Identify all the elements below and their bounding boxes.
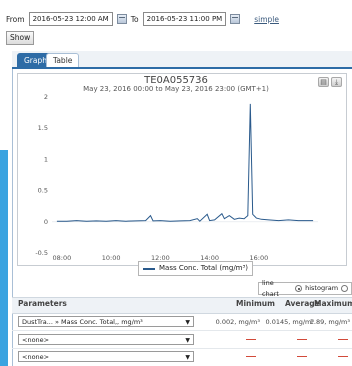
line-chart-radio[interactable] xyxy=(295,285,303,292)
x-tick-label: 10:00 xyxy=(102,254,121,262)
max-value: 1.89, mg/m³ xyxy=(309,318,350,326)
series-line xyxy=(56,103,314,222)
parameter-select[interactable]: <none> ▼ xyxy=(18,351,194,362)
parameter-select[interactable]: <none> ▼ xyxy=(18,334,194,345)
max-empty-dash xyxy=(338,356,348,357)
y-tick-label: 0 xyxy=(44,218,48,226)
dropdown-arrow-icon: ▼ xyxy=(185,354,190,361)
avg-empty-dash xyxy=(297,339,307,340)
y-tick-label: 1 xyxy=(44,155,48,163)
legend-swatch xyxy=(143,267,155,270)
chart-legend: Mass Conc. Total (mg/m³) xyxy=(138,261,254,276)
histogram-radio[interactable] xyxy=(341,285,348,292)
legend-label: Mass Conc. Total (mg/m³) xyxy=(159,264,249,272)
y-tick-label: 0.5 xyxy=(38,187,48,195)
avg-empty-dash xyxy=(297,356,307,357)
row-divider xyxy=(12,330,352,331)
x-tick-label: 08:00 xyxy=(52,254,71,262)
y-tick-label: 2 xyxy=(44,93,48,101)
row-divider xyxy=(12,348,352,349)
dropdown-arrow-icon: ▼ xyxy=(185,337,190,344)
parameters-title: Parameters xyxy=(18,299,67,308)
dropdown-arrow-icon: ▼ xyxy=(185,319,190,326)
parameter-select-value: <none> xyxy=(22,336,50,344)
min-value: 0.002, mg/m³ xyxy=(215,318,260,326)
col-minimum: Minimum xyxy=(236,299,275,308)
chart-mode-toggle: line chart histogram xyxy=(258,279,352,298)
parameter-select-value: DustTra... » Mass Conc. Total,, mg/m³ xyxy=(22,318,143,326)
parameter-select[interactable]: DustTra... » Mass Conc. Total,, mg/m³ ▼ xyxy=(18,316,194,327)
max-empty-dash xyxy=(338,339,348,340)
y-tick-label: -0.5 xyxy=(35,249,48,257)
y-tick-label: 1.5 xyxy=(38,124,48,132)
col-maximum: Maximum xyxy=(314,299,352,308)
min-empty-dash xyxy=(246,339,256,340)
histogram-label: histogram xyxy=(305,284,339,292)
min-empty-dash xyxy=(246,356,256,357)
parameter-select-value: <none> xyxy=(22,353,50,361)
